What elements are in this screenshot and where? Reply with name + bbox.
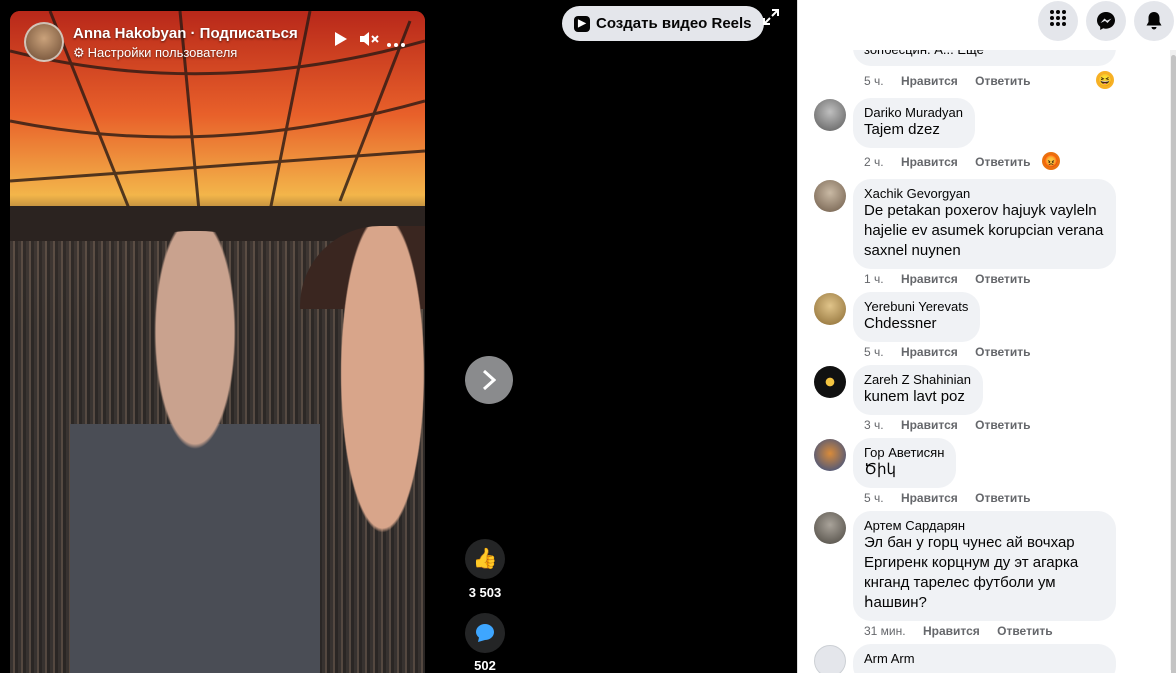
like-button[interactable]: 👍 <box>465 539 505 579</box>
next-reel-button[interactable] <box>465 356 513 404</box>
reel-header: Anna Hakobyan · Подписаться ⚙ Настройки п… <box>24 22 414 64</box>
comment-meta: 5 ч. Нравится Ответить <box>864 74 1045 88</box>
owner-subtitle: ⚙ Настройки пользователя <box>73 45 237 61</box>
comment-bubble: Zareh Z Shahinian kunem lavt poz <box>853 365 983 415</box>
reels-stage: Anna Hakobyan · Подписаться ⚙ Настройки п… <box>0 0 797 673</box>
comment-time[interactable]: 5 ч. <box>864 491 884 505</box>
reel-video[interactable] <box>10 11 425 673</box>
commenter-name[interactable]: Arm Arm <box>864 651 1104 666</box>
comment-meta: 5 ч. Нравится Ответить <box>864 491 1045 505</box>
play-icon[interactable] <box>328 28 354 54</box>
comments-panel: зопбесцин. А... Еще 5 ч. Нравится Ответи… <box>797 0 1176 673</box>
comment-meta: 3 ч. Нравится Ответить <box>864 418 1045 432</box>
like-comment-link[interactable]: Нравится <box>901 345 958 359</box>
commenter-name[interactable]: Гор Аветисян <box>864 445 944 460</box>
comment-text: Ծիկ <box>864 461 896 478</box>
commenter-name[interactable]: Dariko Muradyan <box>864 105 963 120</box>
comment-text: Chdessner <box>864 315 937 332</box>
comment-time[interactable]: 31 мин. <box>864 624 906 638</box>
comment-count: 502 <box>474 658 496 673</box>
messenger-icon[interactable] <box>1086 1 1126 41</box>
owner-subtitle-text: Настройки пользователя <box>87 45 238 60</box>
owner-avatar[interactable] <box>24 22 64 62</box>
commenter-avatar[interactable] <box>814 293 846 325</box>
comment-meta: 2 ч. Нравится Ответить <box>864 155 1045 169</box>
top-bar <box>798 0 1176 50</box>
reply-link[interactable]: Ответить <box>975 418 1030 432</box>
commenter-name[interactable]: Yerebuni Yerevats <box>864 299 968 314</box>
comment-time[interactable]: 5 ч. <box>864 74 884 88</box>
reply-link[interactable]: Ответить <box>975 345 1030 359</box>
commenter-name[interactable]: Zareh Z Shahinian <box>864 372 971 387</box>
angry-reaction-icon[interactable]: 😡 <box>1042 152 1060 170</box>
notifications-bell-icon[interactable] <box>1134 1 1174 41</box>
like-comment-link[interactable]: Нравится <box>901 491 958 505</box>
like-comment-link[interactable]: Нравится <box>923 624 980 638</box>
comment-bubble: Dariko Muradyan Tajem dzez <box>853 98 975 148</box>
commenter-name[interactable]: Артем Сардарян <box>864 518 1104 533</box>
commenter-avatar[interactable] <box>814 439 846 471</box>
create-reels-label: Создать видео Reels <box>596 15 752 32</box>
comment-meta: 31 мин. Нравится Ответить <box>864 624 1067 638</box>
comment-text: De petakan poxerov hajuyk vayleln hajeli… <box>864 202 1104 259</box>
comment-bubble: Артем Сардарян Эл бан у горц чунес ай во… <box>853 511 1116 621</box>
comment-time[interactable]: 2 ч. <box>864 155 884 169</box>
reply-link[interactable]: Ответить <box>975 74 1030 88</box>
gear-icon: ⚙ <box>73 45 85 60</box>
like-comment-link[interactable]: Нравится <box>901 418 958 432</box>
scrollbar-thumb[interactable] <box>1171 55 1176 673</box>
comment-time[interactable]: 3 ч. <box>864 418 884 432</box>
like-count: 3 503 <box>468 585 502 600</box>
comment-meta: 1 ч. Нравится Ответить <box>864 272 1045 286</box>
menu-grid-icon[interactable] <box>1038 1 1078 41</box>
commenter-avatar[interactable] <box>814 645 846 673</box>
comment-bubble: Гор Аветисян Ծիկ <box>853 438 957 488</box>
thumbs-up-icon: 👍 <box>472 548 498 570</box>
owner-name-follow[interactable]: Anna Hakobyan · Подписаться <box>73 25 298 42</box>
commenter-avatar[interactable] <box>814 512 846 544</box>
comment-text: Эл бан у горц чунес ай вочхар Ергиренк к… <box>864 534 1079 611</box>
like-comment-link[interactable]: Нравится <box>901 155 958 169</box>
commenter-avatar[interactable] <box>814 180 846 212</box>
commenter-name[interactable]: Xachik Gevorgyan <box>864 186 1104 201</box>
reply-link[interactable]: Ответить <box>975 491 1030 505</box>
like-comment-link[interactable]: Нравится <box>901 74 958 88</box>
laugh-reaction-icon[interactable]: 😆 <box>1096 71 1114 89</box>
comment-bubble: Arm Arm <box>853 644 1116 673</box>
commenter-avatar[interactable] <box>814 99 846 131</box>
comment-time[interactable]: 5 ч. <box>864 345 884 359</box>
reply-link[interactable]: Ответить <box>997 624 1052 638</box>
comment-button[interactable] <box>465 613 505 653</box>
reply-link[interactable]: Ответить <box>975 155 1030 169</box>
man-in-suit <box>70 231 320 673</box>
more-icon[interactable] <box>383 28 409 54</box>
comment-bubble: Xachik Gevorgyan De petakan poxerov haju… <box>853 179 1116 269</box>
comment-bubble: Yerebuni Yerevats Chdessner <box>853 292 981 342</box>
like-comment-link[interactable]: Нравится <box>901 272 958 286</box>
woman-selfie <box>300 226 425 673</box>
speaker-muted-icon[interactable] <box>356 28 382 54</box>
comment-meta: 5 ч. Нравится Ответить <box>864 345 1045 359</box>
reply-link[interactable]: Ответить <box>975 272 1030 286</box>
commenter-avatar[interactable] <box>814 366 846 398</box>
comment-text: kunem lavt poz <box>864 388 965 405</box>
fullscreen-icon[interactable] <box>761 9 781 29</box>
comment-bubble-icon <box>476 624 494 642</box>
comment-time[interactable]: 1 ч. <box>864 272 884 286</box>
comment-text: Tajem dzez <box>864 121 940 138</box>
create-reels-button[interactable]: ▶ Создать видео Reels <box>562 6 764 41</box>
reels-icon: ▶ <box>574 15 590 32</box>
